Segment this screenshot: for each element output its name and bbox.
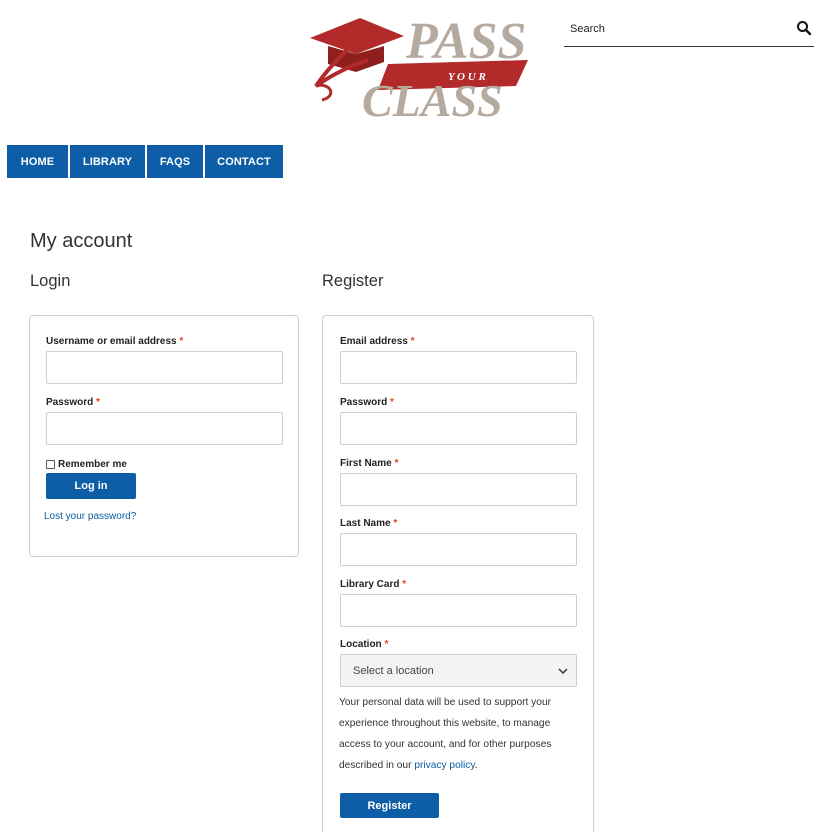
privacy-policy-link[interactable]: privacy policy xyxy=(414,760,474,771)
remember-me: Remember me xyxy=(46,459,127,470)
required-marker: * xyxy=(390,397,394,408)
required-marker: * xyxy=(394,458,399,469)
logo-text-class: CLASS xyxy=(362,75,503,120)
location-label: Location * xyxy=(340,639,388,650)
required-marker: * xyxy=(96,397,100,408)
nav-item-library[interactable]: LIBRARY xyxy=(70,145,147,178)
last-name-label: Last Name * xyxy=(340,518,397,529)
username-label-text: Username or email address xyxy=(46,336,177,347)
register-button[interactable]: Register xyxy=(340,793,439,818)
search-input[interactable] xyxy=(570,20,780,38)
library-card-input[interactable] xyxy=(340,594,577,627)
username-input[interactable] xyxy=(46,351,283,384)
email-label: Email address * xyxy=(340,336,415,347)
page-title: My account xyxy=(30,230,133,252)
required-marker: * xyxy=(393,518,398,529)
library-card-label: Library Card * xyxy=(340,579,406,590)
password-input[interactable] xyxy=(46,412,283,445)
site-logo[interactable]: PASS Y O U R CLASS xyxy=(308,8,530,120)
email-input[interactable] xyxy=(340,351,577,384)
location-select[interactable]: Select a location xyxy=(340,654,577,687)
password-label-text: Password xyxy=(46,397,94,408)
remember-me-checkbox[interactable] xyxy=(46,460,55,469)
nav-item-contact[interactable]: CONTACT xyxy=(205,145,283,178)
library-card-label-text: Library Card xyxy=(340,579,400,590)
required-marker: * xyxy=(179,336,184,347)
search-bar xyxy=(564,16,814,47)
required-marker: * xyxy=(402,579,407,590)
register-password-input[interactable] xyxy=(340,412,577,445)
logo-text-pass: PASS xyxy=(405,13,526,70)
last-name-input[interactable] xyxy=(340,533,577,566)
last-name-label-text: Last Name xyxy=(340,518,391,529)
first-name-label-text: First Name xyxy=(340,458,392,469)
location-label-text: Location xyxy=(340,639,382,650)
nav-item-home[interactable]: HOME xyxy=(7,145,70,178)
required-marker: * xyxy=(410,336,415,347)
remember-me-label: Remember me xyxy=(58,459,127,470)
password-label: Password * xyxy=(46,397,100,408)
login-button[interactable]: Log in xyxy=(46,473,136,499)
search-icon[interactable] xyxy=(796,20,812,36)
register-form: Email address * Password * First Name * … xyxy=(322,315,594,832)
chevron-down-icon xyxy=(558,668,568,675)
lost-password-link[interactable]: Lost your password? xyxy=(44,511,136,522)
first-name-input[interactable] xyxy=(340,473,577,506)
nav-item-faqs[interactable]: FAQS xyxy=(147,145,205,178)
logo-graphic: PASS Y O U R CLASS xyxy=(310,13,528,120)
required-marker: * xyxy=(384,639,389,650)
login-form: Username or email address * Password * R… xyxy=(29,315,299,557)
privacy-notice-end: . xyxy=(474,760,478,771)
username-label: Username or email address * xyxy=(46,336,183,347)
register-heading: Register xyxy=(322,272,384,290)
register-password-label-text: Password xyxy=(340,397,388,408)
main-nav: HOME LIBRARY FAQS CONTACT xyxy=(7,145,283,178)
first-name-label: First Name * xyxy=(340,458,398,469)
email-label-text: Email address xyxy=(340,336,408,347)
login-heading: Login xyxy=(30,272,71,290)
register-password-label: Password * xyxy=(340,397,394,408)
location-select-value: Select a location xyxy=(353,664,434,677)
privacy-notice: Your personal data will be used to suppo… xyxy=(339,692,569,776)
